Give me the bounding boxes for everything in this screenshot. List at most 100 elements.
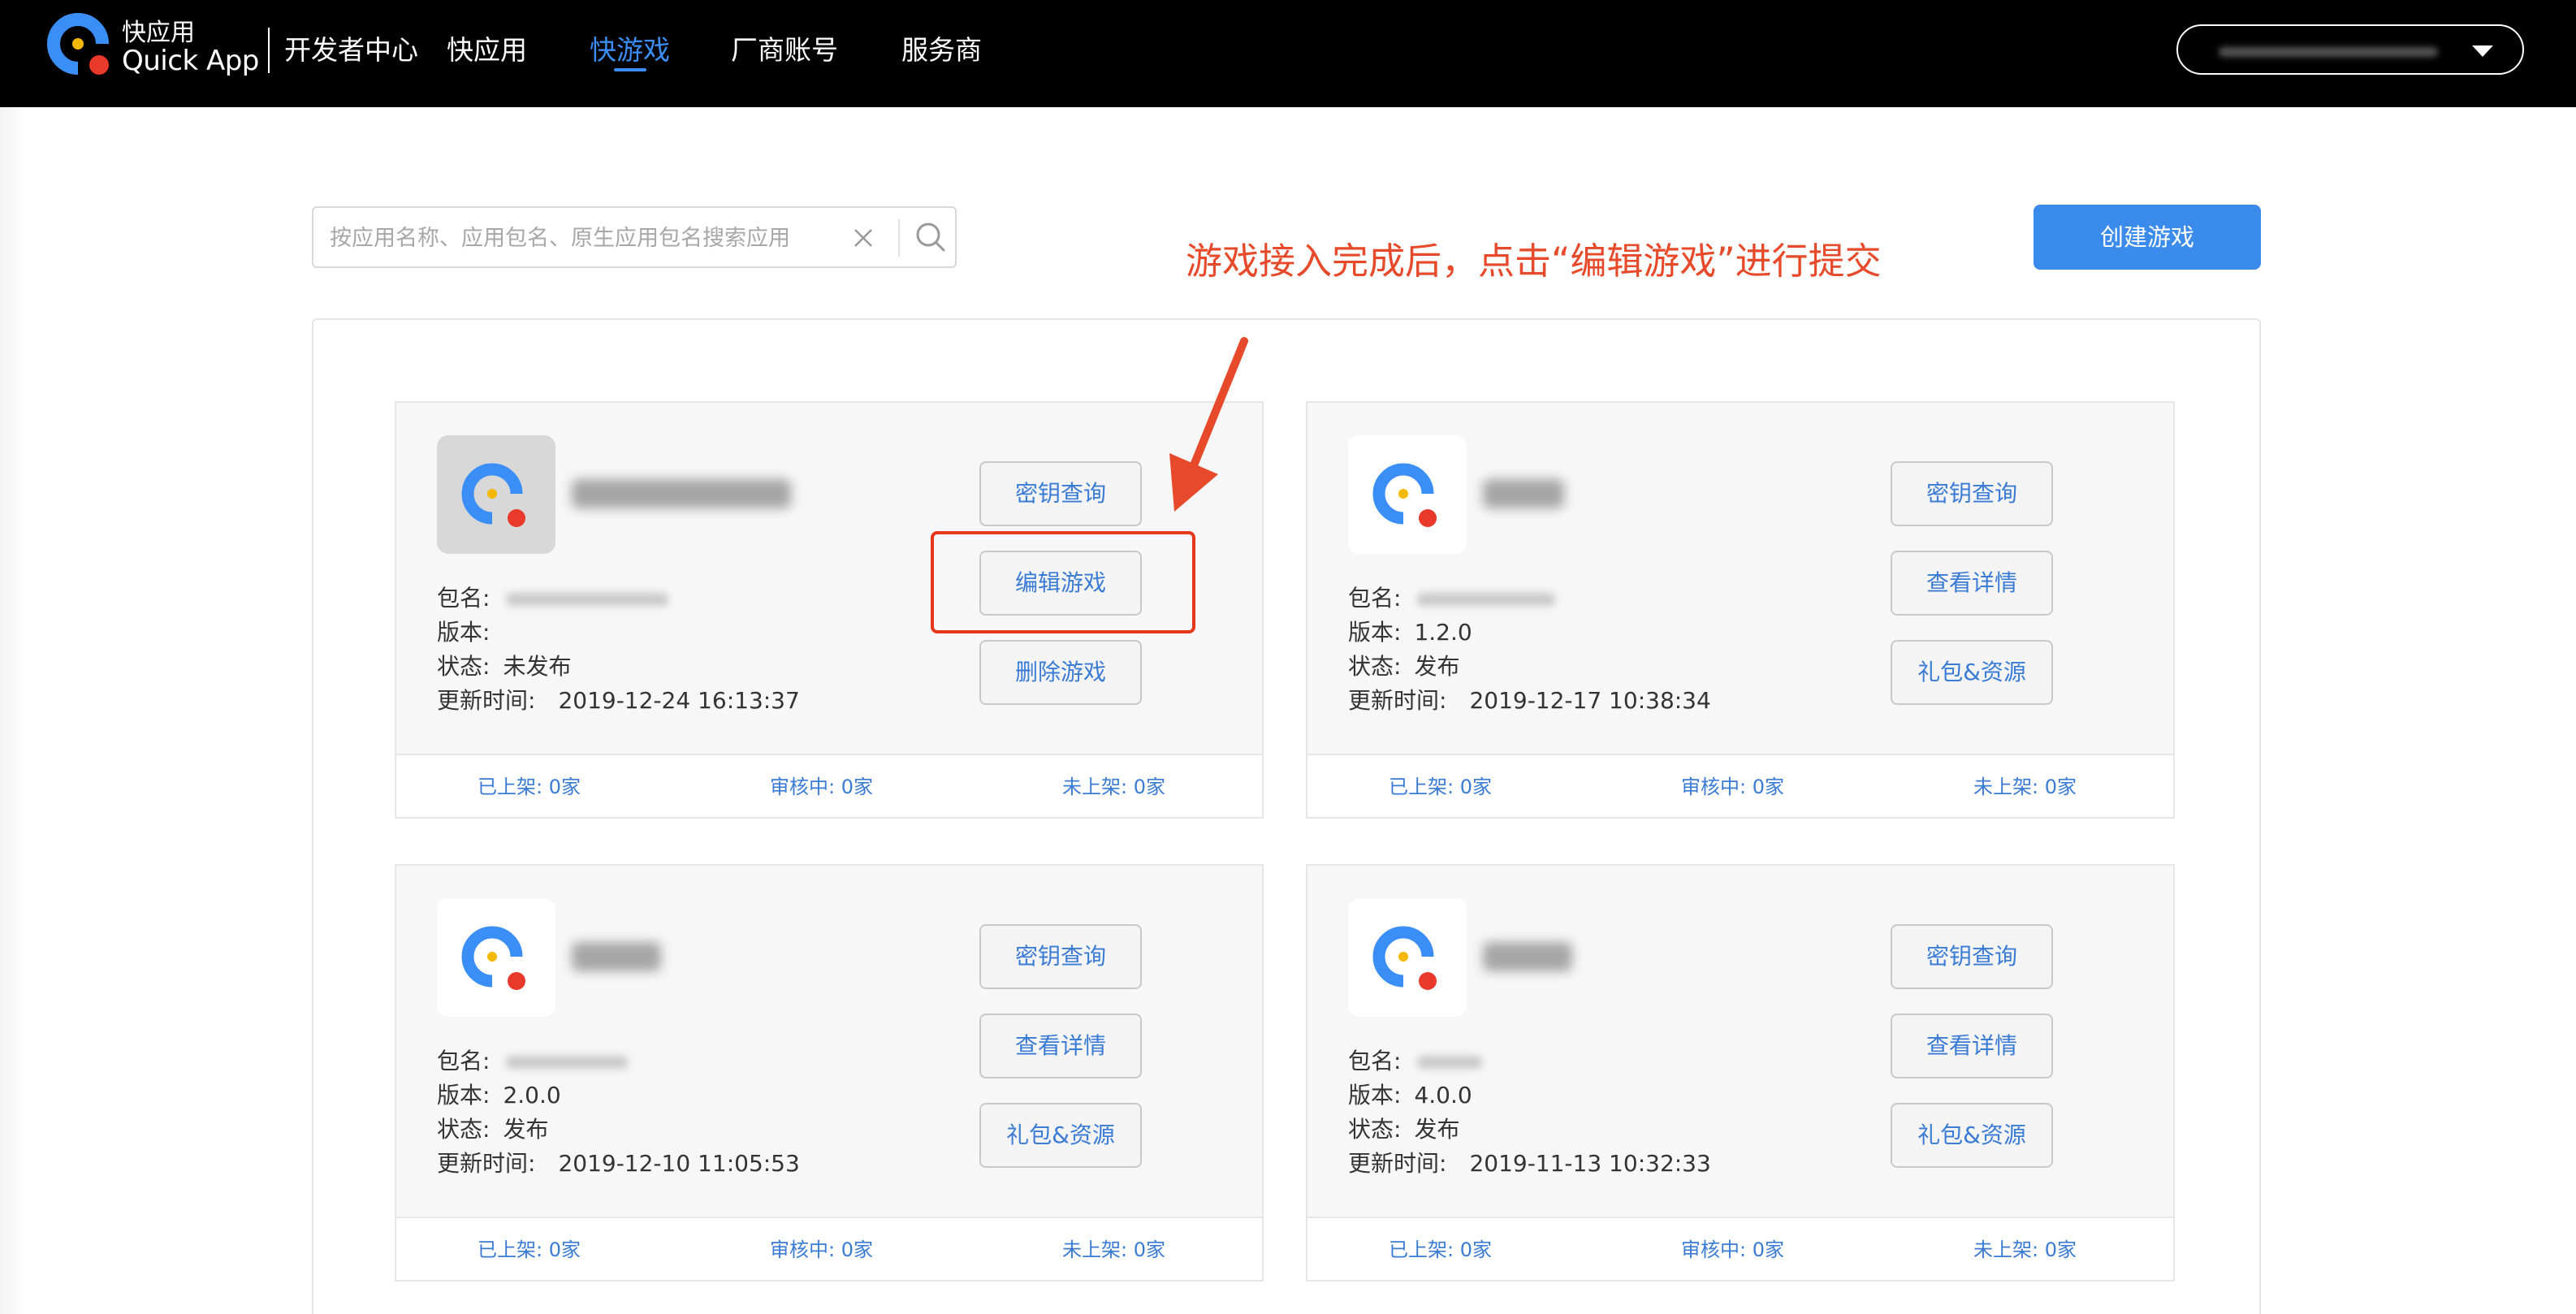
unlisted-label: 未上架: bbox=[1062, 1238, 1128, 1261]
game-card: 包名: 版本: 1.2.0 状态: 发布 更新时间: 2019-12-17 10:38… bbox=[1306, 401, 2175, 819]
unlisted-label: 未上架: bbox=[1062, 776, 1128, 798]
reviewing-stat: 审核中: 0家 bbox=[1681, 1238, 1784, 1262]
reviewing-label: 审核中: bbox=[770, 1238, 836, 1261]
nav-quick-app[interactable]: 快应用 bbox=[447, 32, 527, 68]
listed-stat: 已上架: 0家 bbox=[478, 775, 581, 799]
package-label: 包名: bbox=[437, 585, 491, 612]
unlisted-stat: 未上架: 0家 bbox=[1062, 1238, 1165, 1262]
listed-label: 已上架: bbox=[478, 1238, 543, 1261]
game-info: 包名: 版本: 2.0.0 状态: 发布 更新时间: 2019-12-10 11:05… bbox=[437, 1044, 800, 1181]
key-query-button[interactable]: 密钥查询 bbox=[979, 924, 1142, 989]
key-query-button[interactable]: 密钥查询 bbox=[979, 461, 1142, 526]
package-value-redacted bbox=[1417, 1056, 1483, 1069]
package-value-redacted bbox=[506, 593, 669, 606]
nav-quick-game[interactable]: 快游戏 bbox=[590, 32, 670, 68]
listed-value: 0家 bbox=[548, 1238, 581, 1261]
version-label: 版本: bbox=[437, 619, 491, 646]
clear-icon[interactable] bbox=[848, 223, 879, 253]
version-label: 版本: bbox=[437, 1082, 491, 1109]
gifts-resources-button[interactable]: 礼包&资源 bbox=[979, 1103, 1142, 1168]
listed-label: 已上架: bbox=[1389, 1238, 1454, 1261]
key-query-button[interactable]: 密钥查询 bbox=[1891, 924, 2053, 989]
create-game-button[interactable]: 创建游戏 bbox=[2034, 205, 2261, 270]
nav-service-provider[interactable]: 服务商 bbox=[901, 32, 982, 68]
card-footer: 已上架: 0家 审核中: 0家 未上架: 0家 bbox=[396, 1217, 1262, 1280]
search-input[interactable] bbox=[330, 223, 833, 253]
quick-app-logo-icon[interactable] bbox=[45, 11, 114, 80]
package-label: 包名: bbox=[437, 1048, 491, 1074]
reviewing-value: 0家 bbox=[1752, 776, 1785, 798]
card-footer: 已上架: 0家 审核中: 0家 未上架: 0家 bbox=[1307, 754, 2173, 817]
game-list-panel: 包名: 版本: 状态: 未发布 更新时间: 2019-12-24 16:13:37 … bbox=[312, 318, 2261, 1314]
listed-value: 0家 bbox=[548, 776, 581, 798]
brand-name-cn: 快应用 bbox=[122, 19, 195, 47]
game-icon bbox=[1348, 898, 1467, 1017]
status-label: 状态: bbox=[1348, 1116, 1402, 1143]
nav-active-indicator bbox=[614, 68, 646, 71]
status-label: 状态: bbox=[1348, 653, 1402, 680]
reviewing-label: 审核中: bbox=[1681, 1238, 1747, 1261]
reviewing-value: 0家 bbox=[841, 776, 874, 798]
package-value-redacted bbox=[506, 1056, 629, 1069]
updated-value: 2019-12-24 16:13:37 bbox=[558, 687, 800, 714]
gifts-resources-button[interactable]: 礼包&资源 bbox=[1891, 640, 2053, 705]
annotation-text: 游戏接入完成后，点击“编辑游戏”进行提交 bbox=[1186, 240, 1882, 283]
game-name-redacted bbox=[1483, 942, 1572, 971]
updated-value: 2019-12-17 10:38:34 bbox=[1469, 687, 1711, 714]
game-name-redacted bbox=[572, 479, 791, 508]
unlisted-value: 0家 bbox=[2044, 1238, 2077, 1261]
game-card: 包名: 版本: 2.0.0 状态: 发布 更新时间: 2019-12-10 11:05… bbox=[395, 864, 1264, 1282]
unlisted-value: 0家 bbox=[1133, 1238, 1166, 1261]
view-details-button[interactable]: 查看详情 bbox=[1891, 1014, 2053, 1078]
updated-label: 更新时间: bbox=[437, 687, 536, 714]
reviewing-value: 0家 bbox=[1752, 1238, 1785, 1261]
unlisted-label: 未上架: bbox=[1973, 776, 2039, 798]
key-query-button[interactable]: 密钥查询 bbox=[1891, 461, 2053, 526]
status-label: 状态: bbox=[437, 653, 491, 680]
listed-label: 已上架: bbox=[478, 776, 543, 798]
status-value: 发布 bbox=[1414, 653, 1460, 680]
game-card: 包名: 版本: 4.0.0 状态: 发布 更新时间: 2019-11-13 10:32… bbox=[1306, 864, 2175, 1282]
unlisted-value: 0家 bbox=[2044, 776, 2077, 798]
game-name-redacted bbox=[1483, 479, 1564, 508]
edit-game-highlight-box bbox=[931, 531, 1195, 633]
game-icon bbox=[437, 898, 555, 1017]
account-dropdown[interactable] bbox=[2176, 24, 2524, 75]
version-label: 版本: bbox=[1348, 1082, 1402, 1109]
left-edge-shade bbox=[0, 107, 26, 1314]
quick-app-logo-icon bbox=[1372, 463, 1437, 527]
listed-stat: 已上架: 0家 bbox=[478, 1238, 581, 1262]
top-nav-bar: 快应用 Quick App 开发者中心 快应用 快游戏 厂商账号 服务商 bbox=[0, 0, 2576, 107]
updated-label: 更新时间: bbox=[437, 1150, 536, 1177]
quick-app-logo-icon bbox=[1372, 926, 1437, 990]
version-label: 版本: bbox=[1348, 619, 1402, 646]
listed-value: 0家 bbox=[1459, 1238, 1493, 1261]
version-value: 1.2.0 bbox=[1414, 619, 1472, 646]
reviewing-stat: 审核中: 0家 bbox=[770, 775, 873, 799]
unlisted-stat: 未上架: 0家 bbox=[1973, 775, 2077, 799]
delete-game-button[interactable]: 删除游戏 bbox=[979, 640, 1142, 705]
reviewing-label: 审核中: bbox=[770, 776, 836, 798]
nav-vendor-account[interactable]: 厂商账号 bbox=[731, 32, 838, 68]
updated-label: 更新时间: bbox=[1348, 1150, 1447, 1177]
updated-label: 更新时间: bbox=[1348, 687, 1447, 714]
caret-down-icon bbox=[2472, 45, 2493, 57]
status-label: 状态: bbox=[437, 1116, 491, 1143]
reviewing-stat: 审核中: 0家 bbox=[770, 1238, 873, 1262]
updated-value: 2019-12-10 11:05:53 bbox=[558, 1150, 800, 1177]
version-value: 2.0.0 bbox=[503, 1082, 561, 1109]
brand-name-en: Quick App bbox=[122, 45, 259, 77]
annotation-arrow-icon bbox=[1169, 337, 1248, 512]
quick-app-logo-icon bbox=[461, 463, 525, 527]
view-details-button[interactable]: 查看详情 bbox=[979, 1014, 1142, 1078]
unlisted-stat: 未上架: 0家 bbox=[1062, 775, 1165, 799]
reviewing-value: 0家 bbox=[841, 1238, 874, 1261]
game-info: 包名: 版本: 1.2.0 状态: 发布 更新时间: 2019-12-17 10:38… bbox=[1348, 581, 1711, 718]
game-icon bbox=[437, 435, 555, 554]
search-icon[interactable] bbox=[913, 219, 949, 255]
view-details-button[interactable]: 查看详情 bbox=[1891, 551, 2053, 616]
nav-developer-center[interactable]: 开发者中心 bbox=[284, 32, 418, 68]
game-info: 包名: 版本: 4.0.0 状态: 发布 更新时间: 2019-11-13 10:32… bbox=[1348, 1044, 1711, 1181]
brand-divider bbox=[268, 28, 270, 73]
gifts-resources-button[interactable]: 礼包&资源 bbox=[1891, 1103, 2053, 1168]
